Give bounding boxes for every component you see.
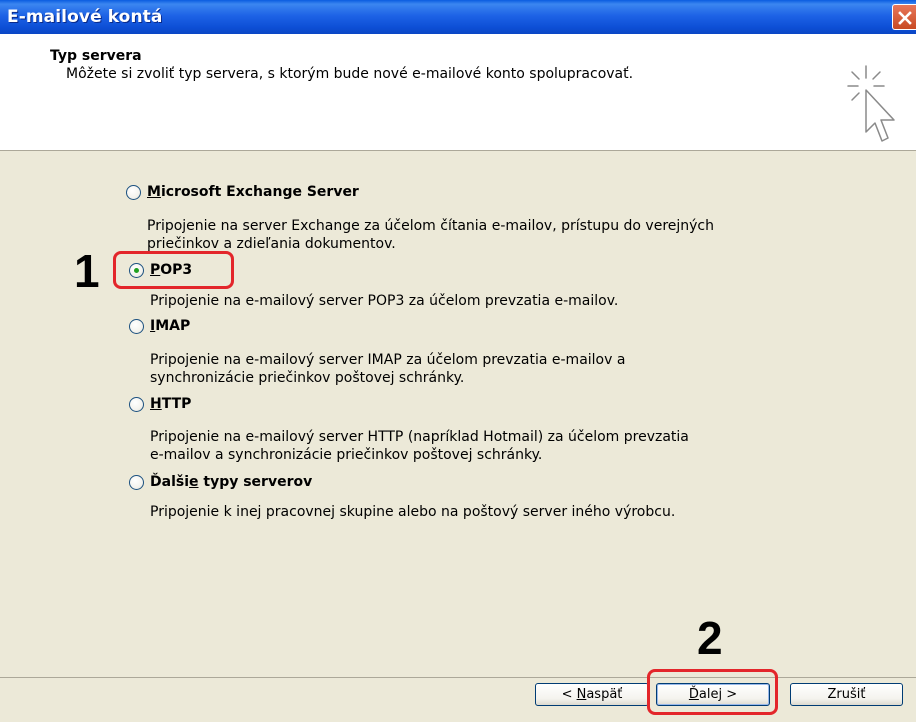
desc-line: Pripojenie na e-mailový server POP3 za ú…	[150, 293, 619, 309]
btn-text: <	[561, 687, 577, 702]
option-label-http[interactable]: HTTP	[150, 396, 191, 412]
desc-line: e-mailov a synchronizácie priečinkov poš…	[150, 447, 543, 463]
title-bar: E-mailové kontá	[0, 0, 916, 34]
access-key: N	[576, 687, 587, 702]
back-button[interactable]: < Naspäť	[535, 683, 649, 706]
option-desc-imap: Pripojenie na e-mailový server IMAP za ú…	[150, 351, 625, 387]
close-button[interactable]	[892, 4, 916, 30]
option-desc-http: Pripojenie na e-mailový server HTTP (nap…	[150, 428, 689, 464]
desc-line: priečinkov a zdieľania dokumentov.	[147, 236, 396, 252]
radio-other-servers[interactable]	[129, 475, 144, 490]
label-text: typy serverov	[198, 474, 313, 490]
label-text: TTP	[161, 396, 192, 412]
btn-text: aspäť	[586, 687, 623, 702]
desc-line: Pripojenie na e-mailový server HTTP (nap…	[150, 429, 689, 445]
radio-exchange[interactable]	[126, 185, 141, 200]
page-title: Typ servera	[50, 48, 142, 64]
radio-imap[interactable]	[129, 319, 144, 334]
label-text: Ďalši	[150, 474, 189, 490]
window-title: E-mailové kontá	[7, 7, 163, 27]
option-label-other-servers[interactable]: Ďalšie typy serverov	[150, 474, 312, 490]
annotation-step-1: 1	[74, 245, 100, 297]
desc-line: Pripojenie na e-mailový server IMAP za ú…	[150, 352, 626, 368]
close-icon	[898, 11, 912, 25]
option-desc-pop3: Pripojenie na e-mailový server POP3 za ú…	[150, 292, 618, 310]
email-accounts-dialog: E-mailové kontá Typ servera Môžete si zv…	[0, 0, 916, 722]
desc-line: Pripojenie na server Exchange za účelom …	[147, 218, 714, 234]
footer-divider	[0, 677, 916, 678]
option-desc-exchange: Pripojenie na server Exchange za účelom …	[147, 217, 714, 253]
option-desc-other-servers: Pripojenie k inej pracovnej skupine aleb…	[150, 503, 675, 521]
option-label-exchange[interactable]: Microsoft Exchange Server	[147, 184, 359, 200]
access-key: H	[150, 396, 162, 412]
access-key: e	[189, 474, 199, 490]
annotation-highlight-pop3	[113, 251, 234, 289]
desc-line: synchronizácie priečinkov poštovej schrá…	[150, 370, 465, 386]
option-label-imap[interactable]: IMAP	[150, 318, 190, 334]
annotation-step-2: 2	[697, 612, 723, 664]
desc-line: Pripojenie k inej pracovnej skupine aleb…	[150, 504, 676, 520]
label-text: icrosoft Exchange Server	[160, 184, 359, 200]
label-text: MAP	[155, 318, 191, 334]
annotation-highlight-next	[647, 669, 778, 715]
page-subtitle: Môžete si zvoliť typ servera, s ktorým b…	[66, 66, 634, 82]
wizard-sparkle-cursor-icon	[847, 65, 895, 142]
cancel-button[interactable]: Zrušiť	[790, 683, 903, 706]
radio-http[interactable]	[129, 397, 144, 412]
access-key: M	[147, 184, 161, 200]
